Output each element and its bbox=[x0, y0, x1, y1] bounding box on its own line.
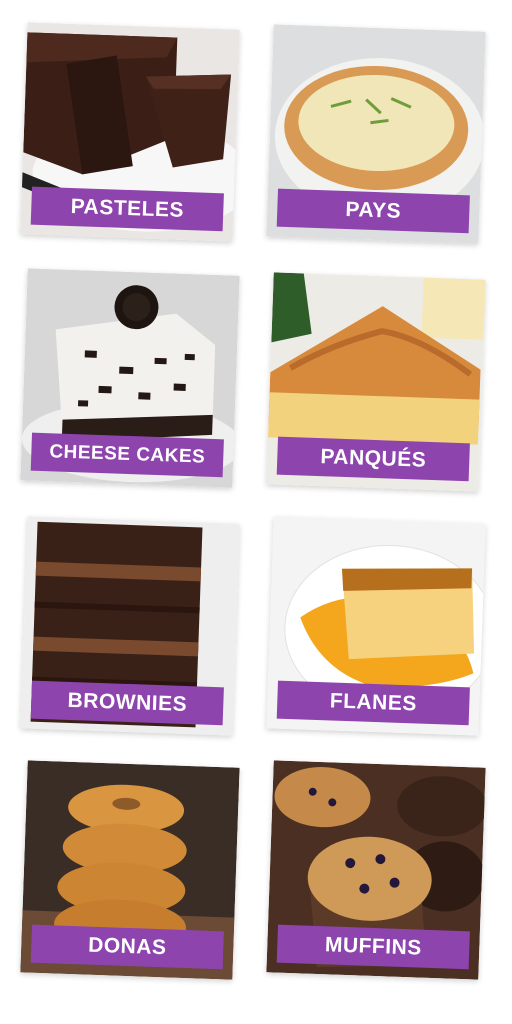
category-label: PAYS bbox=[276, 188, 470, 234]
category-card-muffins[interactable]: MUFFINS bbox=[266, 760, 486, 980]
category-card-cheese-cakes[interactable]: CHEESE CAKES bbox=[20, 268, 240, 488]
category-card-donas[interactable]: DONAS bbox=[20, 760, 240, 980]
category-label: CHEESE CAKES bbox=[30, 432, 224, 478]
category-card-pays[interactable]: PAYS bbox=[266, 24, 486, 244]
category-label: PANQUÉS bbox=[276, 436, 470, 482]
category-label: PASTELES bbox=[30, 186, 224, 232]
category-label: DONAS bbox=[30, 924, 224, 970]
category-card-panques[interactable]: PANQUÉS bbox=[266, 272, 486, 492]
category-label: FLANES bbox=[276, 680, 470, 726]
category-label: MUFFINS bbox=[276, 924, 470, 970]
category-card-flanes[interactable]: FLANES bbox=[266, 516, 486, 736]
category-card-pasteles[interactable]: PASTELES bbox=[20, 22, 240, 242]
category-label: BROWNIES bbox=[30, 680, 224, 726]
category-card-brownies[interactable]: BROWNIES bbox=[20, 516, 240, 736]
